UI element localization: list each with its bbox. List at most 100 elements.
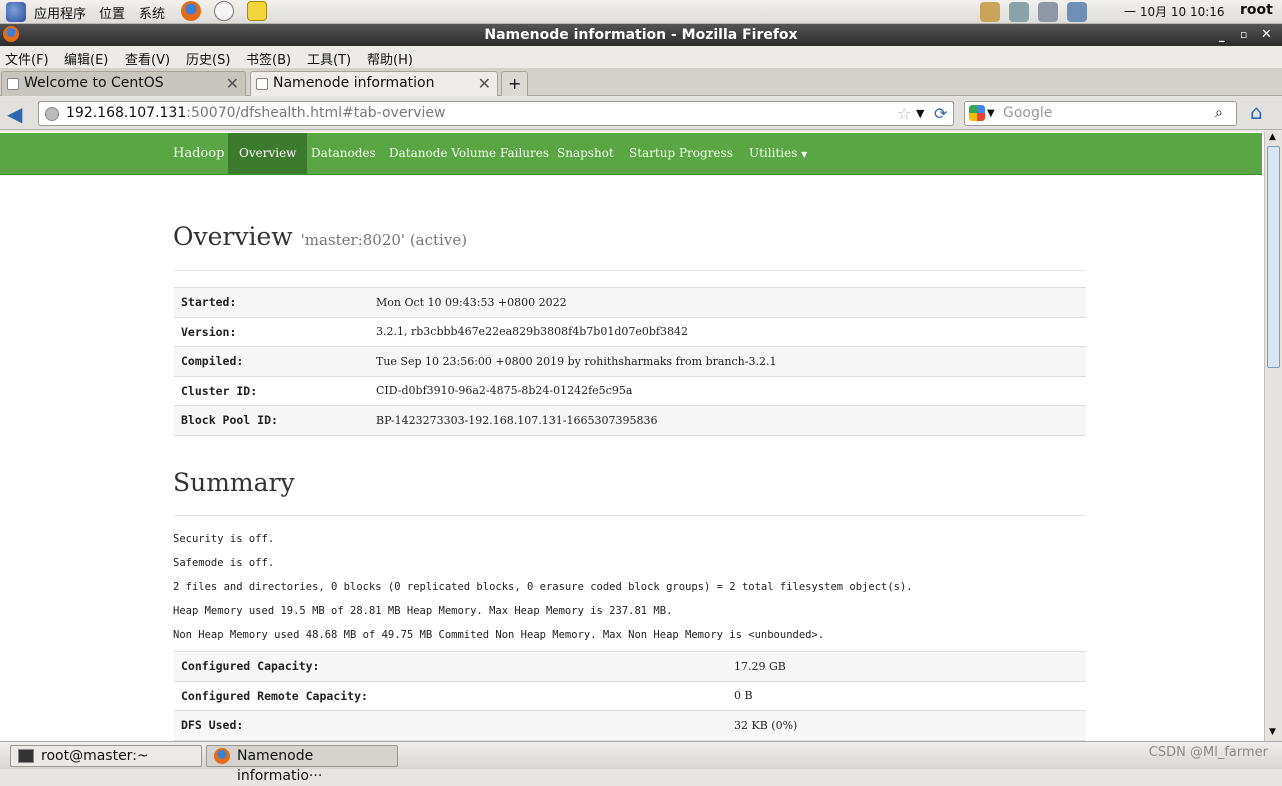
tab-namenode-information[interactable]: Namenode information ✕	[250, 71, 498, 96]
menu-places[interactable]: 位置	[99, 3, 125, 22]
row-key: Configured Capacity:	[174, 651, 727, 681]
row-value: 0 B	[727, 680, 1086, 711]
close-window-icon[interactable]: ✕	[1261, 24, 1272, 46]
summary-line: Safemode is off.	[173, 557, 275, 569]
overview-heading: Overview 'master:8020' (active)	[173, 222, 467, 251]
row-key: Block Pool ID:	[174, 405, 369, 435]
tab-welcome-centos[interactable]: Welcome to CentOS ✕	[1, 71, 246, 96]
row-value: Mon Oct 10 09:43:53 +0800 2022	[369, 287, 1086, 317]
reload-icon[interactable]: ⟳	[934, 102, 947, 125]
url-dropdown-icon[interactable]: ▼	[916, 102, 924, 125]
search-bar[interactable]: ▼ Google ⌕	[964, 101, 1237, 126]
navigation-bar: ◀ 192.168.107.131:50070/dfshealth.html#t…	[0, 97, 1282, 130]
panel-clock[interactable]: 一 10月 10 10:16	[1124, 3, 1225, 20]
menu-help[interactable]: 帮助(H)	[367, 49, 413, 68]
search-engine-icon[interactable]	[969, 105, 985, 121]
network-manager-icon[interactable]	[1067, 2, 1087, 22]
nav-datanode-volume-failures[interactable]: Datanode Volume Failures	[389, 133, 549, 174]
task-label: root@master:~	[41, 748, 149, 764]
scroll-up-icon[interactable]: ▲	[1269, 132, 1276, 142]
task-label: Namenode informatio···	[237, 748, 323, 784]
tab-bar: Welcome to CentOS ✕ Namenode information…	[0, 68, 1282, 96]
network-tray-icon[interactable]	[1009, 2, 1029, 22]
menu-file[interactable]: 文件(F)	[5, 49, 49, 68]
minimize-icon[interactable]: _	[1219, 24, 1225, 46]
caret-down-icon: ▼	[801, 150, 808, 159]
table-row: Compiled: Tue Sep 10 23:56:00 +0800 2019 …	[174, 346, 1086, 376]
window-titlebar: Namenode information - Mozilla Firefox _…	[0, 24, 1282, 46]
volume-icon[interactable]	[1038, 2, 1058, 22]
page-content: Hadoop Overview Datanodes Datanode Volum…	[0, 132, 1264, 741]
nav-snapshot[interactable]: Snapshot	[557, 133, 614, 174]
row-key: Cluster ID:	[174, 375, 369, 406]
menu-history[interactable]: 历史(S)	[186, 49, 230, 68]
menu-edit[interactable]: 编辑(E)	[64, 49, 108, 68]
row-value: CID-d0bf3910-96a2-4875-8b24-01242fe5c95a	[369, 375, 1086, 406]
hadoop-navbar: Hadoop Overview Datanodes Datanode Volum…	[0, 133, 1262, 175]
row-key: DFS Used:	[174, 710, 727, 740]
summary-line: Heap Memory used 19.5 MB of 28.81 MB Hea…	[173, 605, 673, 617]
nav-datanodes[interactable]: Datanodes	[311, 133, 376, 174]
scrollbar-thumb[interactable]	[1267, 146, 1280, 368]
binoculars-icon[interactable]: ⌕	[1215, 102, 1223, 125]
divider	[174, 270, 1086, 271]
nav-overview[interactable]: Overview	[228, 133, 308, 174]
overview-table: Started: Mon Oct 10 09:43:53 +0800 2022 V…	[174, 287, 1086, 436]
table-row: Cluster ID: CID-d0bf3910-96a2-4875-8b24-0…	[174, 375, 1086, 406]
home-icon[interactable]: ⌂	[1250, 100, 1263, 124]
summary-table: Configured Capacity: 17.29 GB Configured …	[174, 651, 1086, 741]
menu-bookmarks[interactable]: 书签(B)	[246, 49, 291, 68]
scroll-down-icon[interactable]: ▼	[1269, 727, 1276, 737]
maximize-icon[interactable]: ▫	[1240, 24, 1247, 46]
url-text: 192.168.107.131:50070/dfshealth.html#tab…	[66, 102, 445, 125]
nav-startup-progress[interactable]: Startup Progress	[629, 133, 733, 174]
firefox-launcher-icon[interactable]	[181, 1, 201, 21]
summary-line: 2 files and directories, 0 blocks (0 rep…	[173, 581, 913, 593]
hadoop-brand[interactable]: Hadoop	[173, 133, 224, 174]
summary-line: Non Heap Memory used 48.68 MB of 49.75 M…	[173, 629, 825, 641]
updates-tray-icon[interactable]	[980, 2, 1000, 22]
gnome-foot-icon[interactable]	[6, 2, 26, 22]
close-tab-icon[interactable]: ✕	[478, 72, 491, 95]
summary-heading: Summary	[173, 468, 295, 497]
row-value: BP-1423273303-192.168.107.131-1665307395…	[369, 405, 1086, 435]
menu-view[interactable]: 查看(V)	[125, 49, 170, 68]
table-row: DFS Used: 32 KB (0%)	[174, 710, 1086, 740]
url-bar[interactable]: 192.168.107.131:50070/dfshealth.html#tab…	[38, 101, 954, 126]
table-row: Block Pool ID: BP-1423273303-192.168.107.…	[174, 405, 1086, 435]
mail-launcher-icon[interactable]	[214, 1, 234, 21]
firefox-window-icon	[3, 26, 19, 42]
table-row: Version: 3.2.1, rb3cbbb467e22ea829b3808f4…	[174, 316, 1086, 347]
task-firefox[interactable]: Namenode informatio···	[206, 745, 398, 784]
panel-user[interactable]: root	[1240, 2, 1273, 18]
row-key: Version:	[174, 316, 369, 347]
divider	[174, 515, 1086, 516]
site-identity-icon[interactable]	[45, 107, 59, 121]
bottom-taskbar: root@master:~ Namenode informatio··· CSD…	[0, 741, 1282, 784]
nav-utilities-label: Utilities	[749, 146, 798, 160]
row-value: 3.2.1, rb3cbbb467e22ea829b3808f4b7b01d07…	[369, 316, 1086, 347]
table-row: Configured Remote Capacity: 0 B	[174, 680, 1086, 711]
firefox-task-icon	[214, 748, 230, 764]
notes-launcher-icon[interactable]	[247, 1, 267, 21]
back-arrow-icon[interactable]: ◀	[7, 102, 22, 126]
page-icon	[7, 78, 19, 90]
row-value: 17.29 GB	[727, 651, 1086, 681]
nav-utilities[interactable]: Utilities ▼	[749, 133, 807, 174]
terminal-icon	[18, 749, 34, 763]
table-row: Started: Mon Oct 10 09:43:53 +0800 2022	[174, 287, 1086, 317]
menu-applications[interactable]: 应用程序	[34, 3, 86, 22]
bookmark-star-icon[interactable]: ☆	[897, 102, 911, 125]
search-engine-dropdown-icon[interactable]: ▼	[987, 102, 995, 125]
new-tab-button[interactable]: +	[501, 71, 528, 96]
tab-label: Namenode information	[273, 75, 435, 91]
task-terminal[interactable]: root@master:~	[10, 745, 202, 767]
vertical-scrollbar[interactable]: ▲ ▼	[1264, 132, 1282, 741]
url-path: :50070/dfshealth.html#tab-overview	[186, 105, 446, 121]
close-tab-icon[interactable]: ✕	[226, 72, 239, 95]
menu-tools[interactable]: 工具(T)	[307, 49, 351, 68]
menu-system[interactable]: 系统	[139, 3, 165, 22]
row-key: Configured Remote Capacity:	[174, 680, 727, 711]
menu-bar: 文件(F) 编辑(E) 查看(V) 历史(S) 书签(B) 工具(T) 帮助(H…	[0, 46, 1282, 68]
search-input[interactable]: Google	[1003, 102, 1052, 125]
